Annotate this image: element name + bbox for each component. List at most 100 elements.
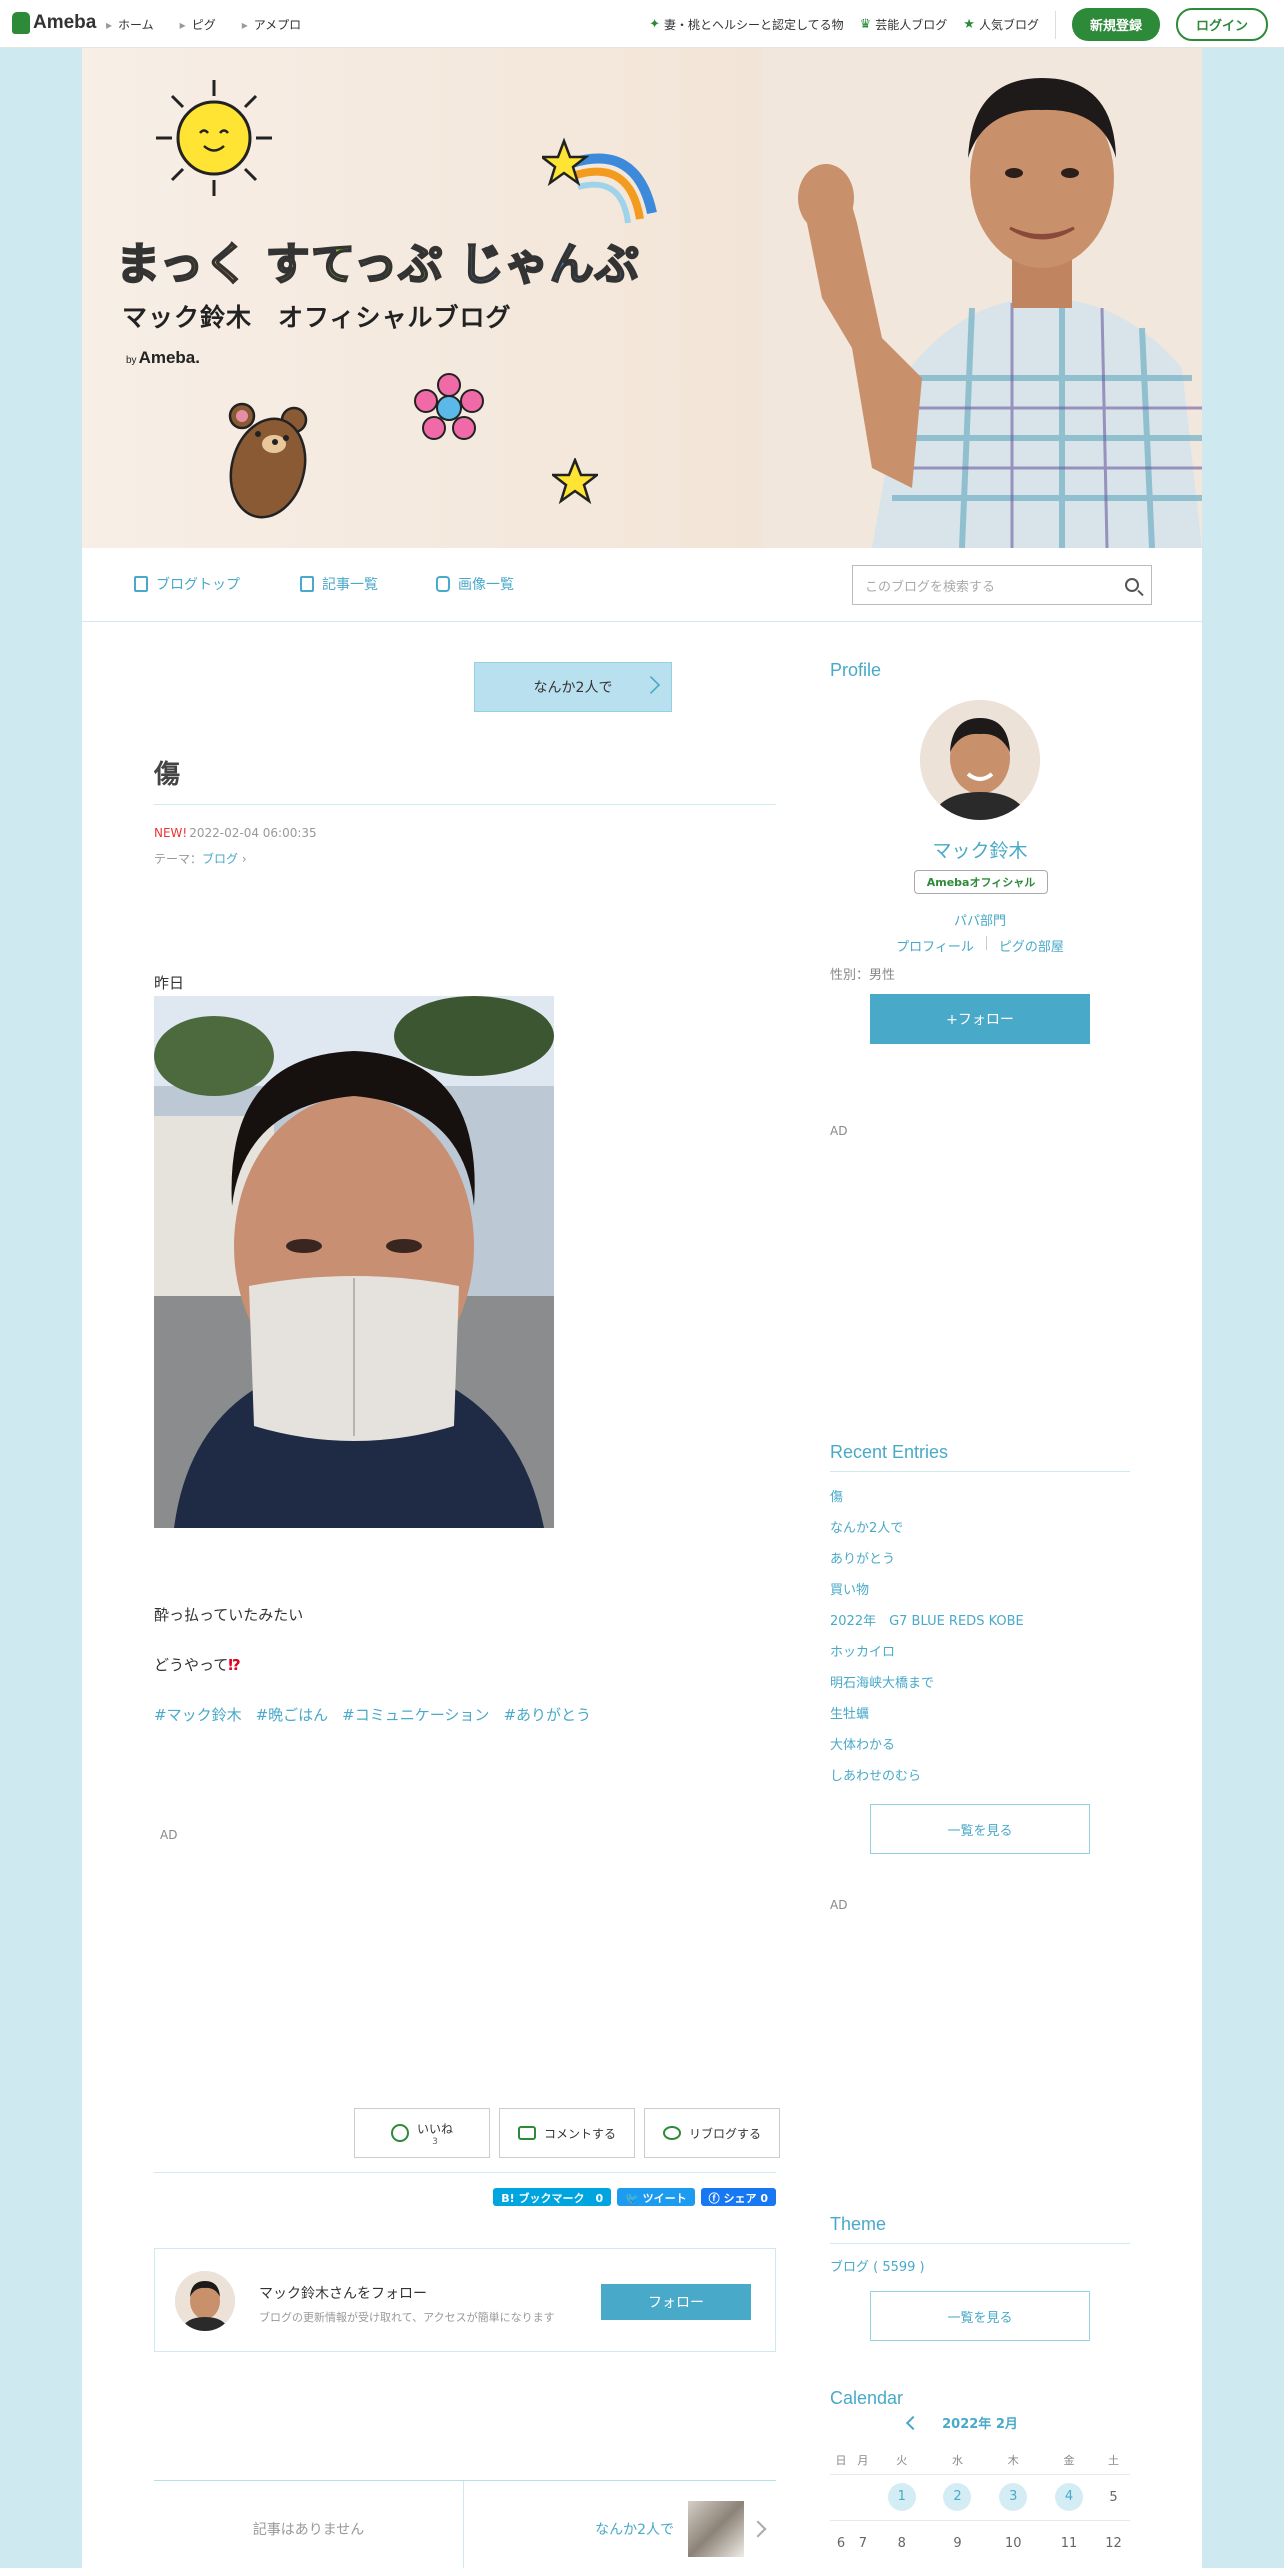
calendar-day: 9: [929, 2519, 986, 2566]
theme-item[interactable]: ブログ ( 5599 ): [830, 2256, 1130, 2275]
list-item[interactable]: 明石海峡大橋まで: [830, 1668, 1130, 1699]
calendar-week: 6 7 8 9 10 11 12: [830, 2519, 1130, 2566]
follow-desc: ブログの更新情報が受け取れて、アクセスが簡単になります: [259, 2311, 555, 2324]
calendar-day[interactable]: 1: [873, 2473, 930, 2520]
list-item[interactable]: なんか2人で: [830, 1513, 1130, 1544]
calendar-day[interactable]: 2: [929, 2473, 986, 2520]
theme-link[interactable]: ブログ: [202, 852, 238, 866]
recent-entries-list: 傷 なんか2人で ありがとう 買い物 2022年 G7 BLUE REDS KO…: [830, 1482, 1130, 1792]
link-popular-blog[interactable]: ★ 人気ブログ: [963, 16, 1039, 33]
link-healthy[interactable]: ✦ 妻・桃とヘルシーと認定してる物: [649, 16, 844, 33]
blog-search-input[interactable]: このブログを検索する: [852, 565, 1152, 605]
nav-blog-top[interactable]: ブログトップ: [134, 574, 240, 594]
chevron-right-icon: [641, 675, 661, 695]
calendar-day: 8: [873, 2519, 930, 2566]
hatena-bookmark-button[interactable]: B! ブックマーク 0: [493, 2188, 612, 2206]
list-item[interactable]: 2022年 G7 BLUE REDS KOBE: [830, 1606, 1130, 1637]
search-icon[interactable]: [1125, 578, 1139, 592]
recent-entries-section: Recent Entries 傷 なんか2人で ありがとう 買い物 2022年 …: [830, 1442, 1130, 1854]
tweet-button[interactable]: 🐦 ツイート: [617, 2188, 695, 2206]
entry-text: どうやって⁉: [154, 1656, 241, 1674]
bear-illustration: [228, 402, 308, 519]
calendar-day[interactable]: 3: [985, 2473, 1042, 2520]
hashtag[interactable]: #コミュニケーション: [342, 1704, 489, 1725]
profile-name[interactable]: マック鈴木: [830, 836, 1130, 863]
list-item[interactable]: 生牡蠣: [830, 1699, 1130, 1730]
facebook-icon: ⓕ: [708, 2192, 724, 2205]
facebook-share-button[interactable]: ⓕ シェア 0: [700, 2188, 776, 2206]
login-button[interactable]: ログイン: [1175, 8, 1268, 41]
ameba-logo[interactable]: Ameba: [12, 12, 96, 34]
hashtag[interactable]: #晩ごはん: [256, 1704, 329, 1725]
entry-text: 昨日: [154, 974, 185, 992]
weekday-label: 金: [1063, 2453, 1075, 2467]
star-illustration: [552, 458, 598, 504]
calendar-day: 6: [830, 2519, 852, 2566]
avatar: [175, 2271, 235, 2331]
entry-photo[interactable]: [154, 996, 554, 1528]
flower-illustration: [414, 373, 484, 440]
calendar-day: 5: [1096, 2473, 1130, 2520]
calendar-day: 10: [985, 2519, 1042, 2566]
like-button[interactable]: いいね 3: [354, 2108, 490, 2158]
calendar-day: 12: [1096, 2519, 1130, 2566]
chevron-right-icon: ›: [238, 852, 247, 866]
sun-icon: [156, 80, 272, 196]
calendar-month: 2022年 2月: [942, 2417, 1018, 2432]
pigg-room-link[interactable]: ピグの部屋: [999, 936, 1064, 955]
entry-pager: 記事はありません なんか2人で: [154, 2480, 776, 2568]
profile-link[interactable]: プロフィール: [896, 936, 974, 955]
entry-title: 傷: [154, 760, 181, 790]
register-button[interactable]: 新規登録: [1071, 8, 1160, 41]
hashtag[interactable]: #マック鈴木: [154, 1704, 242, 1725]
section-heading: Profile: [830, 660, 882, 680]
next-entry[interactable]: なんか2人で: [470, 2481, 776, 2568]
nav-amepro[interactable]: アメプロ: [242, 16, 301, 33]
reblog-button[interactable]: リブログする: [644, 2108, 780, 2158]
calendar-day: [830, 2473, 852, 2520]
comment-button[interactable]: コメントする: [499, 2108, 635, 2158]
recent-more-button[interactable]: 一覧を見る: [870, 1804, 1090, 1854]
copy-icon: [300, 576, 314, 592]
list-item[interactable]: 買い物: [830, 1575, 1130, 1606]
nav-home[interactable]: ホーム: [106, 16, 154, 33]
list-item[interactable]: 傷: [830, 1482, 1130, 1513]
profile-category[interactable]: パパ部門: [830, 910, 1130, 929]
profile-avatar[interactable]: [920, 700, 1040, 820]
follow-box: マック鈴木さんをフォロー ブログの更新情報が受け取れて、アクセスが簡単になります…: [154, 2248, 776, 2352]
list-item[interactable]: ありがとう: [830, 1544, 1130, 1575]
prev-entry: 記事はありません: [154, 2481, 464, 2568]
chevron-left-icon[interactable]: [906, 2415, 921, 2430]
nav-image-list[interactable]: 画像一覧: [436, 574, 514, 594]
shooting-star-icon: [542, 137, 657, 224]
hashtag[interactable]: #ありがとう: [503, 1704, 591, 1725]
follow-button[interactable]: フォロー: [601, 2284, 751, 2320]
calendar-section: Calendar 2022年 2月 日月火水木金土 1 2 3 4 5 6 7 8 9 10 11 1…: [830, 2388, 1130, 2566]
calendar-day: 11: [1041, 2519, 1097, 2566]
divider: [1054, 10, 1056, 39]
blogger-photo: [762, 48, 1202, 548]
star-icon: ★: [963, 17, 975, 32]
nav-pigg[interactable]: ピグ: [180, 16, 216, 33]
nav-entry-list[interactable]: 記事一覧: [300, 574, 378, 594]
share-buttons: B! ブックマーク 0 🐦 ツイート ⓕ シェア 0: [493, 2188, 776, 2206]
next-entry-button[interactable]: なんか2人で: [474, 662, 672, 712]
calendar-day[interactable]: 4: [1041, 2473, 1097, 2520]
blog-title-logo: まっく すてっぷ じゃんぷ: [115, 238, 640, 291]
blog-header-banner[interactable]: まっく すてっぷ じゃんぷ マック鈴木 オフィシャルブログ by Ameba.: [82, 48, 1202, 548]
link-celebrity-blog[interactable]: ♛ 芸能人ブログ: [860, 16, 948, 33]
theme-more-button[interactable]: 一覧を見る: [870, 2291, 1090, 2341]
divider: [154, 2172, 776, 2173]
list-item[interactable]: 大体わかる: [830, 1730, 1130, 1761]
like-count: 3: [432, 2136, 438, 2147]
blog-nav: ブログトップ 記事一覧 画像一覧 このブログを検索する: [82, 548, 1202, 622]
profile-follow-button[interactable]: +フォロー: [870, 994, 1090, 1044]
profile-gender: 性別：男性: [830, 968, 896, 983]
blog-page: まっく すてっぷ じゃんぷ マック鈴木 オフィシャルブログ byAmeba.: [82, 48, 1202, 2568]
list-item[interactable]: ホッカイロ: [830, 1637, 1130, 1668]
entry-theme: テーマ：ブログ ›: [154, 852, 247, 866]
official-badge: Amebaオフィシャル: [914, 870, 1048, 894]
section-heading: Calendar: [830, 2388, 904, 2408]
list-item[interactable]: しあわせのむら: [830, 1761, 1130, 1792]
ad-label: AD: [830, 1898, 848, 1912]
